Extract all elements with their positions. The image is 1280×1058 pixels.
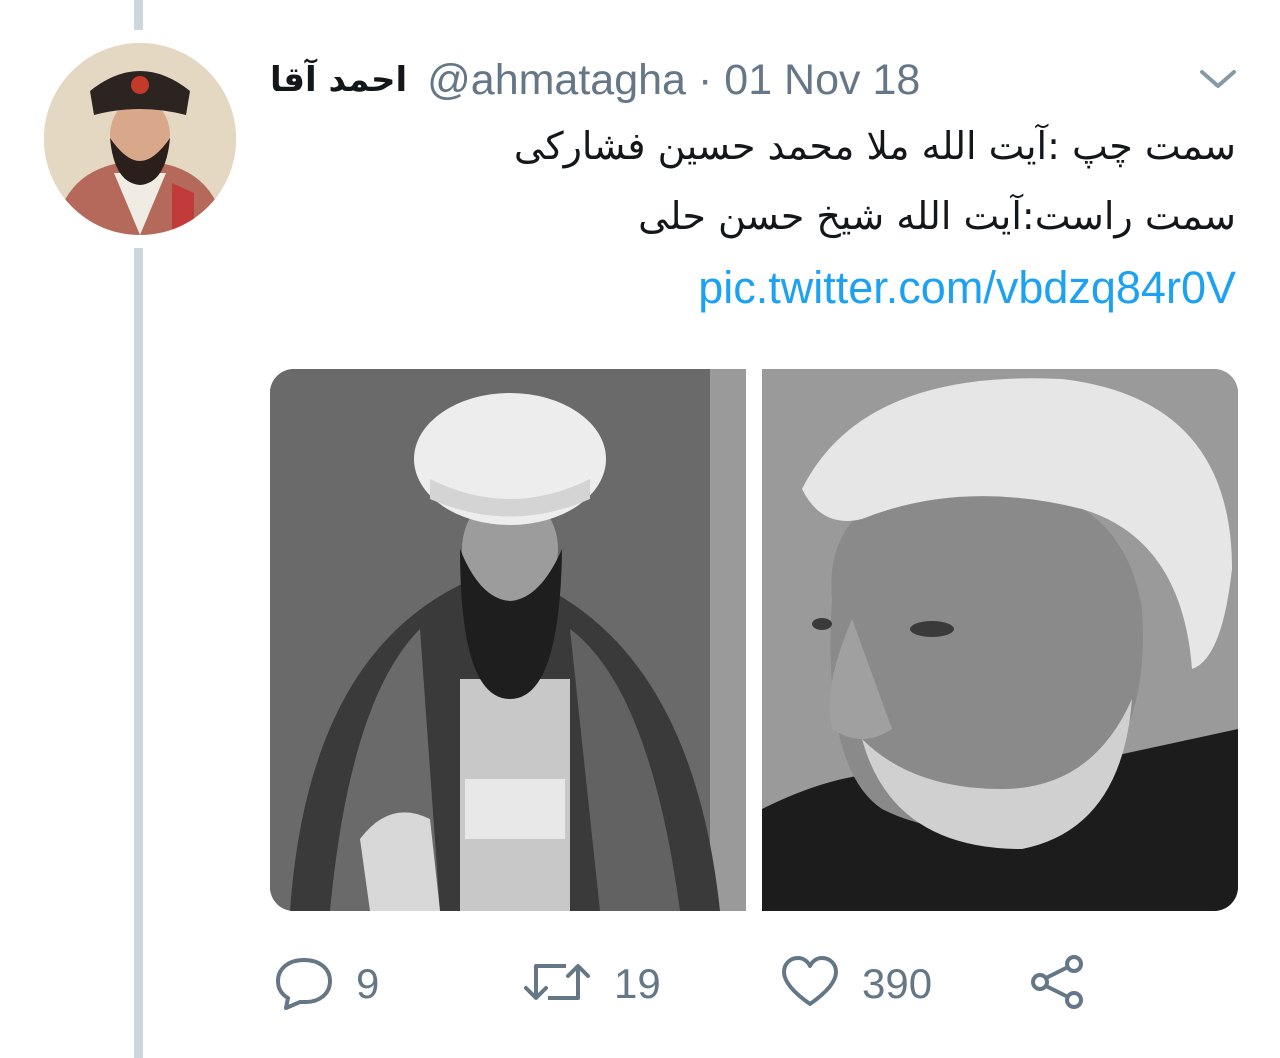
like-count: 390 xyxy=(862,960,933,1007)
tweet-header: احمد آقا @ahmatagha · 01 Nov 18 xyxy=(270,52,920,108)
thread-line-top xyxy=(134,0,143,30)
chevron-down-icon[interactable] xyxy=(1196,64,1240,94)
media-photo-right[interactable] xyxy=(762,369,1238,911)
retweet-icon xyxy=(522,954,592,1015)
tweet-page: احمد آقا @ahmatagha · 01 Nov 18 سمت چپ :… xyxy=(0,0,1280,1058)
reply-icon xyxy=(274,954,334,1015)
share-icon xyxy=(1028,954,1088,1015)
tweet-text-line-1: سمت چپ :آیت الله ملا محمد حسین فشارکی xyxy=(513,124,1236,168)
tweet-actions: 9 19 390 xyxy=(270,952,1170,1016)
reply-button[interactable]: 9 xyxy=(274,952,379,1016)
reply-count: 9 xyxy=(356,960,380,1007)
avatar[interactable] xyxy=(44,43,236,235)
tweet-date[interactable]: 01 Nov 18 xyxy=(724,56,920,105)
tweet-media-link[interactable]: pic.twitter.com/vbdzq84r0V xyxy=(698,262,1236,314)
like-button[interactable]: 390 xyxy=(780,952,932,1016)
thread-line-bottom xyxy=(134,248,143,1058)
retweet-button[interactable]: 19 xyxy=(522,952,661,1016)
author-display-name[interactable]: احمد آقا xyxy=(270,60,407,100)
header-separator: · xyxy=(697,55,713,104)
tweet-text-line-2: سمت راست:آیت الله شیخ حسن حلی xyxy=(638,194,1236,238)
media-photo-left[interactable] xyxy=(270,369,746,911)
heart-icon xyxy=(780,954,840,1015)
author-handle[interactable]: @ahmatagha xyxy=(427,56,686,105)
share-button[interactable] xyxy=(1028,952,1088,1016)
retweet-count: 19 xyxy=(614,960,661,1007)
tweet-media xyxy=(270,369,1238,911)
